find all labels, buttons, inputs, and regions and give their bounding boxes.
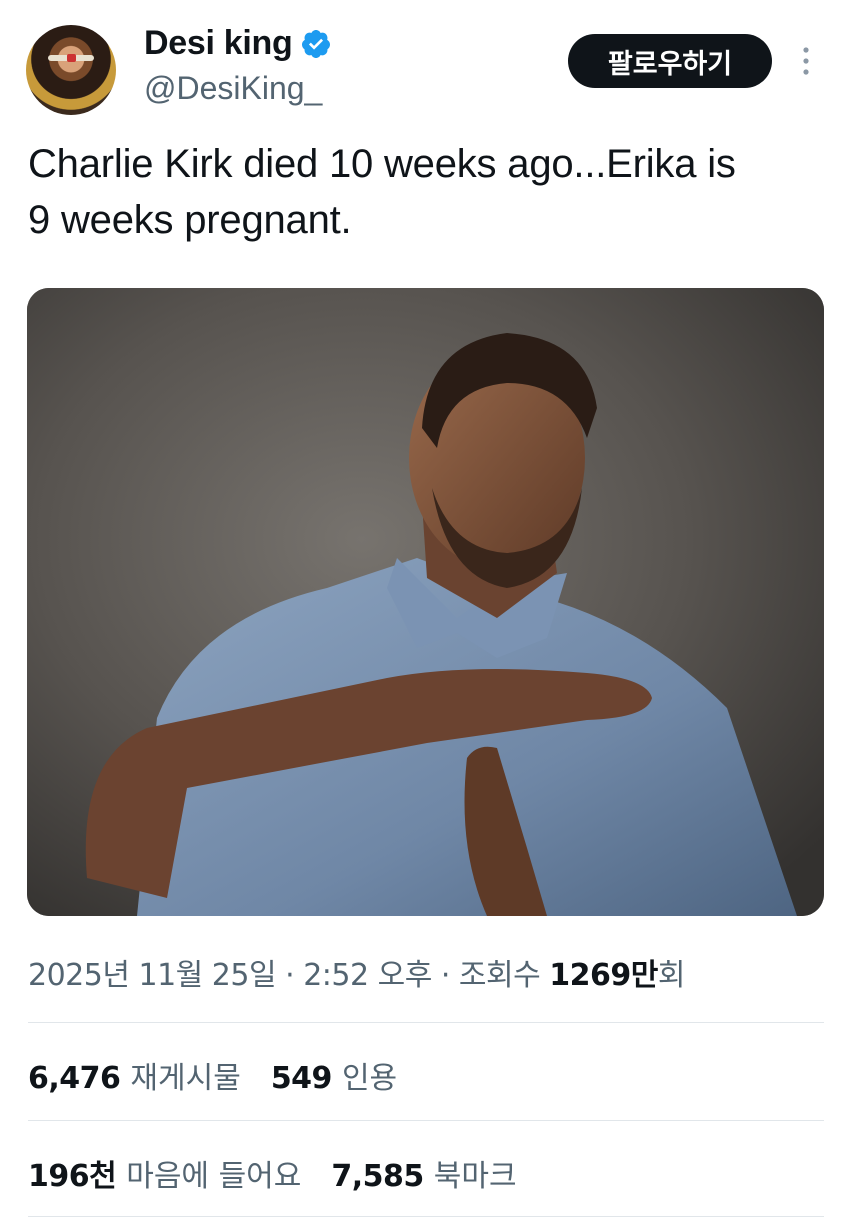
engagement-row-2: 196천 마음에 들어요 7,585 북마크 (28, 1151, 517, 1195)
likes-label: 마음에 들어요 (126, 1159, 302, 1194)
reposts-stat[interactable]: 6,476 재게시물 (28, 1053, 241, 1097)
tweet-text-line-1: Charlie Kirk died 10 weeks ago...Erika i… (28, 142, 736, 186)
meta-separator: · (431, 958, 459, 993)
quotes-label: 인용 (341, 1061, 398, 1096)
tweet-text-line-2: 9 weeks pregnant. (28, 198, 352, 242)
views-unit: 만 (630, 958, 659, 993)
tweet-text: Charlie Kirk died 10 weeks ago...Erika i… (28, 136, 828, 248)
author-name-row: Desi king (144, 24, 332, 63)
likes-count: 196천 (28, 1159, 117, 1194)
quotes-stat[interactable]: 549 인용 (271, 1053, 397, 1097)
tweet-photo[interactable] (27, 288, 824, 916)
quotes-count: 549 (270, 1061, 333, 1096)
avatar[interactable] (26, 25, 116, 115)
likes-stat[interactable]: 196천 마음에 들어요 (28, 1151, 301, 1195)
more-vertical-icon[interactable] (796, 42, 816, 82)
display-name[interactable]: Desi king (144, 24, 293, 63)
views-count: 1269 (549, 958, 631, 993)
bookmarks-stat[interactable]: 7,585 북마크 (331, 1151, 516, 1195)
views-suffix: 회 (657, 958, 686, 993)
photo-illustration (27, 288, 824, 916)
follow-button[interactable]: 팔로우하기 (568, 34, 772, 88)
meta-separator: · (276, 958, 304, 993)
tweet-time[interactable]: 2:52 오후 (303, 958, 432, 993)
author-handle[interactable]: @DesiKing_ (144, 70, 322, 107)
avatar-gem (67, 54, 76, 62)
tweet-date[interactable]: 2025년 11월 25일 (28, 958, 277, 993)
bookmarks-label: 북마크 (433, 1159, 517, 1194)
divider (28, 1022, 824, 1023)
divider (28, 1216, 824, 1217)
reposts-count: 6,476 (28, 1061, 121, 1096)
divider (28, 1120, 824, 1121)
engagement-row-1: 6,476 재게시물 549 인용 (28, 1053, 397, 1097)
bookmarks-count: 7,585 (331, 1159, 424, 1194)
views-label: 조회수 (458, 958, 541, 993)
verified-badge-icon (302, 29, 331, 58)
tweet-meta: 2025년 11월 25일 · 2:52 오후 · 조회수 1269만회 (28, 950, 685, 994)
reposts-label: 재게시물 (130, 1061, 241, 1096)
